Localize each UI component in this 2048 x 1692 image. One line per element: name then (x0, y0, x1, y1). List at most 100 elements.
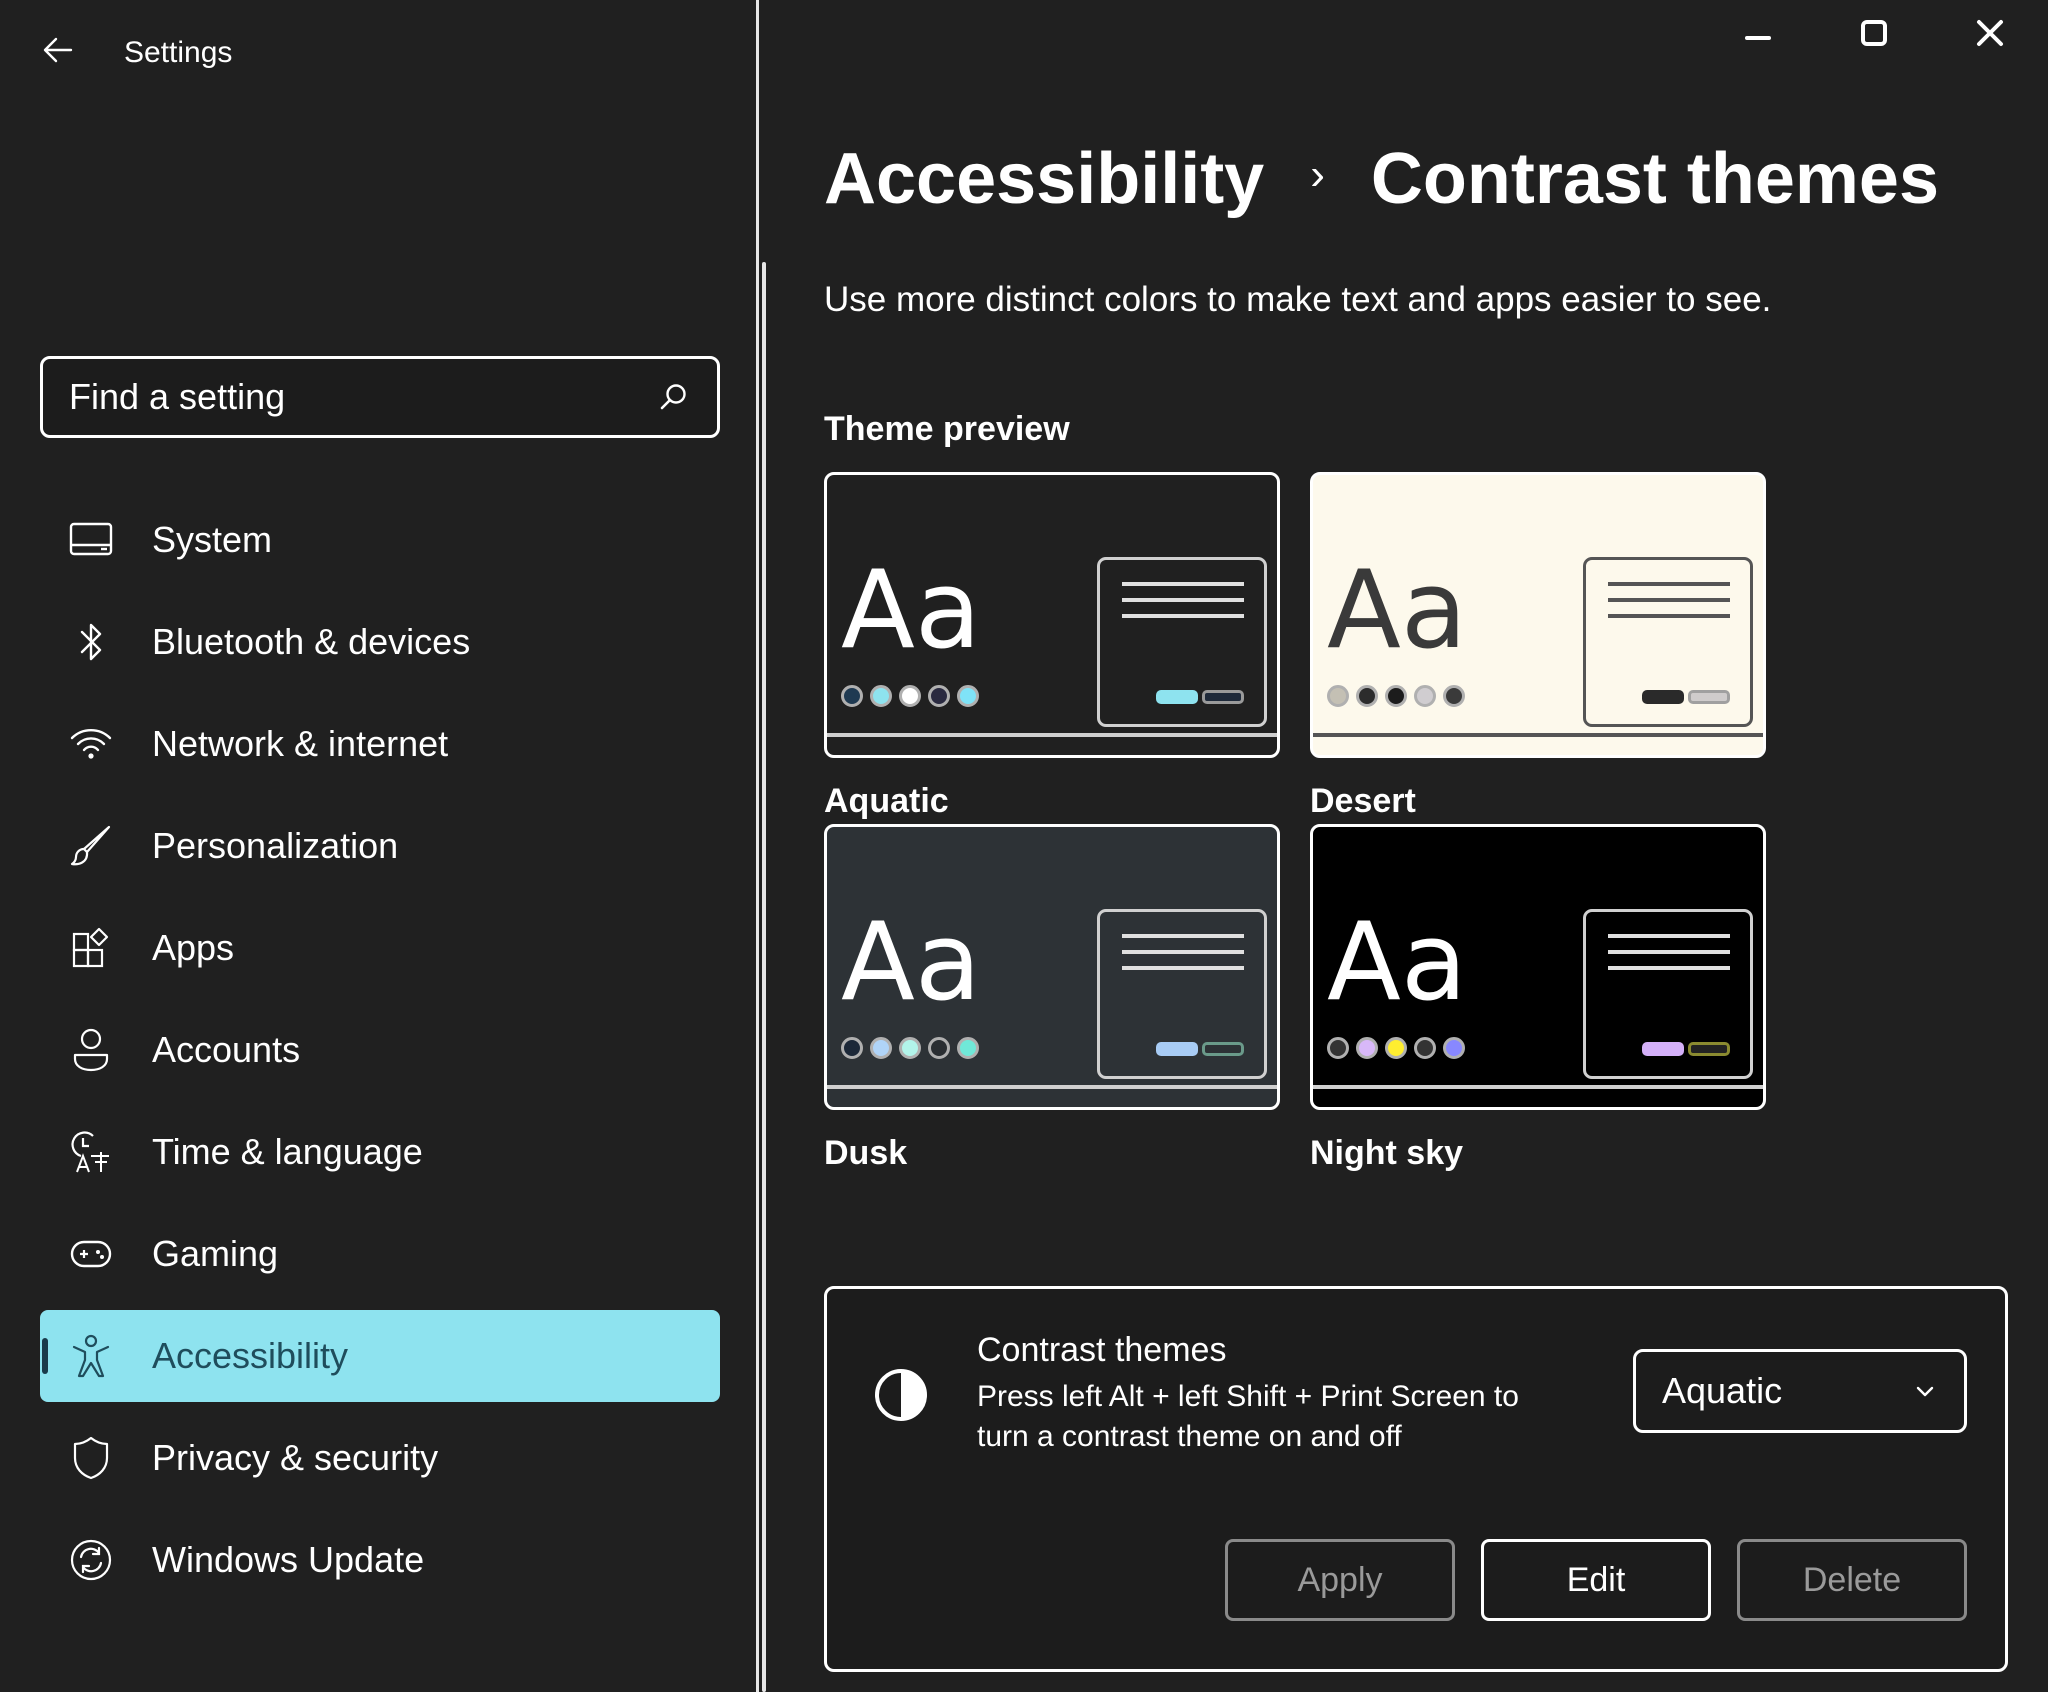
sidebar-nav: System Bluetooth & devices Network & int… (40, 494, 720, 1616)
breadcrumb-parent[interactable]: Accessibility (824, 138, 1264, 220)
sidebar-item-label: Accessibility (152, 1335, 349, 1376)
wifi-icon (66, 719, 116, 769)
sidebar-item-time-language[interactable]: Time & language (40, 1106, 720, 1198)
sidebar-item-accounts[interactable]: Accounts (40, 1004, 720, 1096)
sidebar-item-accessibility[interactable]: Accessibility (40, 1310, 720, 1402)
preview-primary-button (1642, 690, 1684, 704)
search-icon[interactable] (653, 377, 693, 417)
preview-text-line (1608, 934, 1730, 938)
color-swatch (1327, 1037, 1349, 1059)
apply-button[interactable]: Apply (1225, 1539, 1455, 1621)
preview-text-line (1608, 582, 1730, 586)
theme-color-swatches (841, 1037, 979, 1059)
theme-sample-text: Aa (1327, 548, 1468, 673)
preview-text-line (1608, 950, 1730, 954)
theme-color-swatches (1327, 685, 1465, 707)
sidebar-item-windows-update[interactable]: Windows Update (40, 1514, 720, 1606)
theme-name-label: Desert (1310, 782, 1416, 820)
preview-text-line (1608, 614, 1730, 618)
pane-divider (756, 0, 759, 1692)
back-arrow-icon (41, 33, 75, 72)
theme-dropdown-value: Aquatic (1662, 1370, 1783, 1411)
sidebar-item-system[interactable]: System (40, 494, 720, 586)
apps-icon (66, 923, 116, 973)
sidebar-item-label: Personalization (152, 825, 399, 866)
theme-card-night-sky[interactable]: Aa (1310, 824, 1766, 1110)
sidebar-item-bluetooth[interactable]: Bluetooth & devices (40, 596, 720, 688)
scrollbar[interactable] (762, 262, 766, 1692)
theme-window-preview (1097, 557, 1267, 727)
sidebar-item-label: Accounts (152, 1029, 301, 1070)
color-swatch (1356, 685, 1378, 707)
sidebar-item-apps[interactable]: Apps (40, 902, 720, 994)
color-swatch (1443, 685, 1465, 707)
color-swatch (1385, 685, 1407, 707)
chevron-down-icon (1912, 1378, 1938, 1404)
color-swatch (1385, 1037, 1407, 1059)
color-swatch (928, 685, 950, 707)
color-swatch (1356, 1037, 1378, 1059)
color-swatch (1327, 685, 1349, 707)
theme-actions: Apply Edit Delete (1225, 1539, 1967, 1621)
preview-text-line (1122, 598, 1244, 602)
sidebar: Settings System Bluetooth & devices Netw… (0, 0, 756, 1692)
system-icon (66, 515, 116, 565)
shield-icon (66, 1433, 116, 1483)
bluetooth-icon (66, 617, 116, 667)
sidebar-item-privacy[interactable]: Privacy & security (40, 1412, 720, 1504)
preview-text-line (1122, 614, 1244, 618)
person-icon (66, 1025, 116, 1075)
preview-secondary-button (1202, 690, 1244, 704)
color-swatch (957, 685, 979, 707)
delete-button[interactable]: Delete (1737, 1539, 1967, 1621)
preview-primary-button (1642, 1042, 1684, 1056)
preview-secondary-button (1688, 690, 1730, 704)
search-box[interactable] (40, 356, 720, 438)
preview-text-line (1122, 966, 1244, 970)
theme-name-label: Night sky (1310, 1134, 1464, 1172)
back-button[interactable] (36, 30, 80, 74)
theme-dropdown[interactable]: Aquatic (1633, 1349, 1967, 1433)
sidebar-item-label: System (152, 519, 273, 560)
preview-secondary-button (1688, 1042, 1730, 1056)
preview-text-line (1608, 598, 1730, 602)
sidebar-item-network[interactable]: Network & internet (40, 698, 720, 790)
preview-primary-button (1156, 690, 1198, 704)
theme-sample-text: Aa (841, 548, 982, 673)
contrast-themes-title: Contrast themes (977, 1331, 1227, 1369)
sidebar-item-personalization[interactable]: Personalization (40, 800, 720, 892)
brush-icon (66, 821, 116, 871)
theme-name-label: Dusk (824, 1134, 908, 1172)
preview-text-line (1122, 950, 1244, 954)
update-icon (66, 1535, 116, 1585)
page-title: Contrast themes (1370, 139, 1940, 219)
sidebar-item-label: Bluetooth & devices (152, 621, 471, 662)
contrast-themes-card: Contrast themes Press left Alt + left Sh… (824, 1286, 2008, 1672)
color-swatch (841, 1037, 863, 1059)
theme-sample-text: Aa (841, 900, 982, 1025)
contrast-icon (873, 1367, 929, 1423)
accessibility-icon (66, 1331, 116, 1381)
preview-taskbar-line (827, 733, 1277, 737)
color-swatch (957, 1037, 979, 1059)
color-swatch (1414, 685, 1436, 707)
theme-card-dusk[interactable]: Aa (824, 824, 1280, 1110)
color-swatch (899, 1037, 921, 1059)
sidebar-item-gaming[interactable]: Gaming (40, 1208, 720, 1300)
theme-window-preview (1097, 909, 1267, 1079)
theme-card-desert[interactable]: Aa (1310, 472, 1766, 758)
search-input[interactable] (69, 376, 653, 418)
preview-taskbar-line (1313, 733, 1763, 737)
time-language-icon (66, 1127, 116, 1177)
theme-card-aquatic[interactable]: Aa (824, 472, 1280, 758)
app-title: Settings (124, 36, 233, 69)
gamepad-icon (66, 1229, 116, 1279)
theme-color-swatches (841, 685, 979, 707)
breadcrumb-chevron-icon: › (1310, 150, 1325, 199)
theme-window-preview (1583, 909, 1753, 1079)
sidebar-item-label: Privacy & security (152, 1437, 439, 1478)
edit-button[interactable]: Edit (1481, 1539, 1711, 1621)
preview-taskbar-line (827, 1085, 1277, 1089)
theme-color-swatches (1327, 1037, 1465, 1059)
sidebar-item-label: Windows Update (152, 1539, 425, 1580)
